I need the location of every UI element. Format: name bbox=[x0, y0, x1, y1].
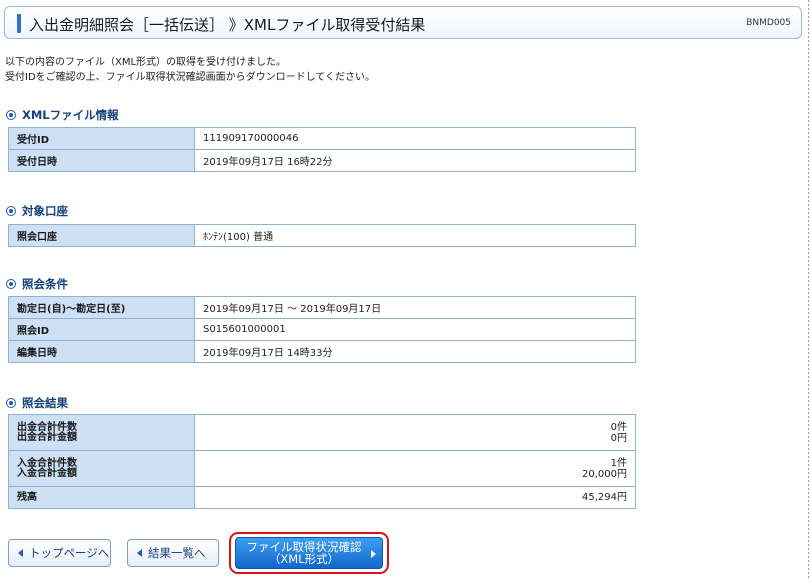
table-row: 入金合計件数 入金合計金額 1件 20,000円 bbox=[8, 450, 636, 487]
query-id-value: S015601000001 bbox=[194, 318, 636, 341]
intro-message: 以下の内容のファイル（XML形式）の取得を受け付けました。 受付IDをご確認の上… bbox=[5, 55, 375, 85]
field-label: 入金合計件数 入金合計金額 bbox=[8, 450, 195, 487]
deposit-amount-value: 20,000円 bbox=[582, 468, 627, 480]
field-label: 照会ID bbox=[8, 318, 195, 341]
screen-id: BNMD005 bbox=[746, 18, 791, 28]
field-label: 出金合計件数 出金合計金額 bbox=[8, 414, 195, 451]
section-bullet-icon bbox=[6, 279, 16, 289]
section-bullet-icon bbox=[6, 398, 16, 408]
table-row: 残高 45,294円 bbox=[8, 486, 636, 509]
receipt-id-value: 111909170000046 bbox=[194, 127, 636, 150]
section-heading-xml-info: XMLファイル情報 bbox=[6, 107, 119, 123]
table-row: 編集日時 2019年09月17日 14時33分 bbox=[8, 340, 636, 363]
field-label: 勘定日(自)～勘定日(至) bbox=[8, 296, 195, 319]
button-label: 結果一覧へ bbox=[148, 546, 206, 560]
section-heading-results: 照会結果 bbox=[6, 395, 68, 411]
table-row: 受付日時 2019年09月17日 16時22分 bbox=[8, 149, 636, 172]
chevron-right-icon bbox=[371, 550, 376, 558]
withdrawal-amount-value: 0円 bbox=[610, 432, 627, 444]
field-label: 受付日時 bbox=[8, 149, 195, 172]
deposit-count-label: 入金合計件数 bbox=[17, 457, 77, 469]
conditions-table: 勘定日(自)～勘定日(至) 2019年09月17日 ～ 2019年09月17日 … bbox=[8, 296, 636, 363]
account-table: 照会口座 ﾎﾝﾃﾝ(100) 普通 bbox=[8, 224, 636, 247]
title-bar: 入出金明細照会［一括伝送］ 》XMLファイル取得受付結果 BNMD005 bbox=[4, 6, 802, 39]
balance-label: 残高 bbox=[8, 486, 195, 509]
file-status-check-button[interactable]: ファイル取得状況確認 （XML形式） bbox=[235, 537, 383, 569]
receipt-datetime-value: 2019年09月17日 16時22分 bbox=[194, 149, 636, 172]
page-title: 入出金明細照会［一括伝送］ 》XMLファイル取得受付結果 bbox=[29, 16, 426, 34]
table-row: 照会ID S015601000001 bbox=[8, 318, 636, 341]
deposit-amount-label: 入金合計金額 bbox=[17, 467, 77, 479]
table-row: 勘定日(自)～勘定日(至) 2019年09月17日 ～ 2019年09月17日 bbox=[8, 296, 636, 319]
highlight-frame: ファイル取得状況確認 （XML形式） bbox=[229, 532, 389, 574]
deposit-count-value: 1件 bbox=[610, 457, 627, 469]
table-row: 出金合計件数 出金合計金額 0件 0円 bbox=[8, 414, 636, 451]
account-value: ﾎﾝﾃﾝ(100) 普通 bbox=[194, 224, 636, 247]
results-table: 出金合計件数 出金合計金額 0件 0円 入金合計件数 入金合計金額 1件 20,… bbox=[8, 414, 636, 509]
button-label-line-2: （XML形式） bbox=[268, 552, 340, 566]
title-accent bbox=[17, 14, 21, 33]
field-label: 受付ID bbox=[8, 127, 195, 150]
withdrawal-amount-label: 出金合計金額 bbox=[17, 431, 77, 443]
edit-datetime-value: 2019年09月17日 14時33分 bbox=[194, 340, 636, 363]
button-label: トップページへ bbox=[29, 546, 110, 560]
section-title: 照会条件 bbox=[22, 277, 68, 291]
date-range-value: 2019年09月17日 ～ 2019年09月17日 bbox=[194, 296, 636, 319]
section-title: XMLファイル情報 bbox=[22, 108, 119, 122]
section-bullet-icon bbox=[6, 110, 16, 120]
withdrawal-count-value: 0件 bbox=[610, 421, 627, 433]
intro-line-1: 以下の内容のファイル（XML形式）の取得を受け付けました。 bbox=[5, 57, 287, 68]
section-heading-account: 対象口座 bbox=[6, 203, 68, 219]
withdrawal-count-label: 出金合計件数 bbox=[17, 421, 77, 433]
table-row: 受付ID 111909170000046 bbox=[8, 127, 636, 150]
table-row: 照会口座 ﾎﾝﾃﾝ(100) 普通 bbox=[8, 224, 636, 247]
section-bullet-icon bbox=[6, 206, 16, 216]
result-list-button[interactable]: 結果一覧へ bbox=[127, 539, 219, 567]
field-label: 編集日時 bbox=[8, 340, 195, 363]
balance-value: 45,294円 bbox=[194, 486, 636, 509]
section-title: 対象口座 bbox=[22, 204, 68, 218]
section-title: 照会結果 bbox=[22, 396, 68, 410]
intro-line-2: 受付IDをご確認の上、ファイル取得状況確認画面からダウンロードしてください。 bbox=[5, 72, 376, 83]
section-heading-conditions: 照会条件 bbox=[6, 276, 68, 292]
chevron-left-icon bbox=[18, 549, 23, 557]
field-label: 照会口座 bbox=[8, 224, 195, 247]
chevron-left-icon bbox=[137, 549, 142, 557]
top-page-button[interactable]: トップページへ bbox=[8, 539, 111, 567]
xml-info-table: 受付ID 111909170000046 受付日時 2019年09月17日 16… bbox=[8, 127, 636, 172]
